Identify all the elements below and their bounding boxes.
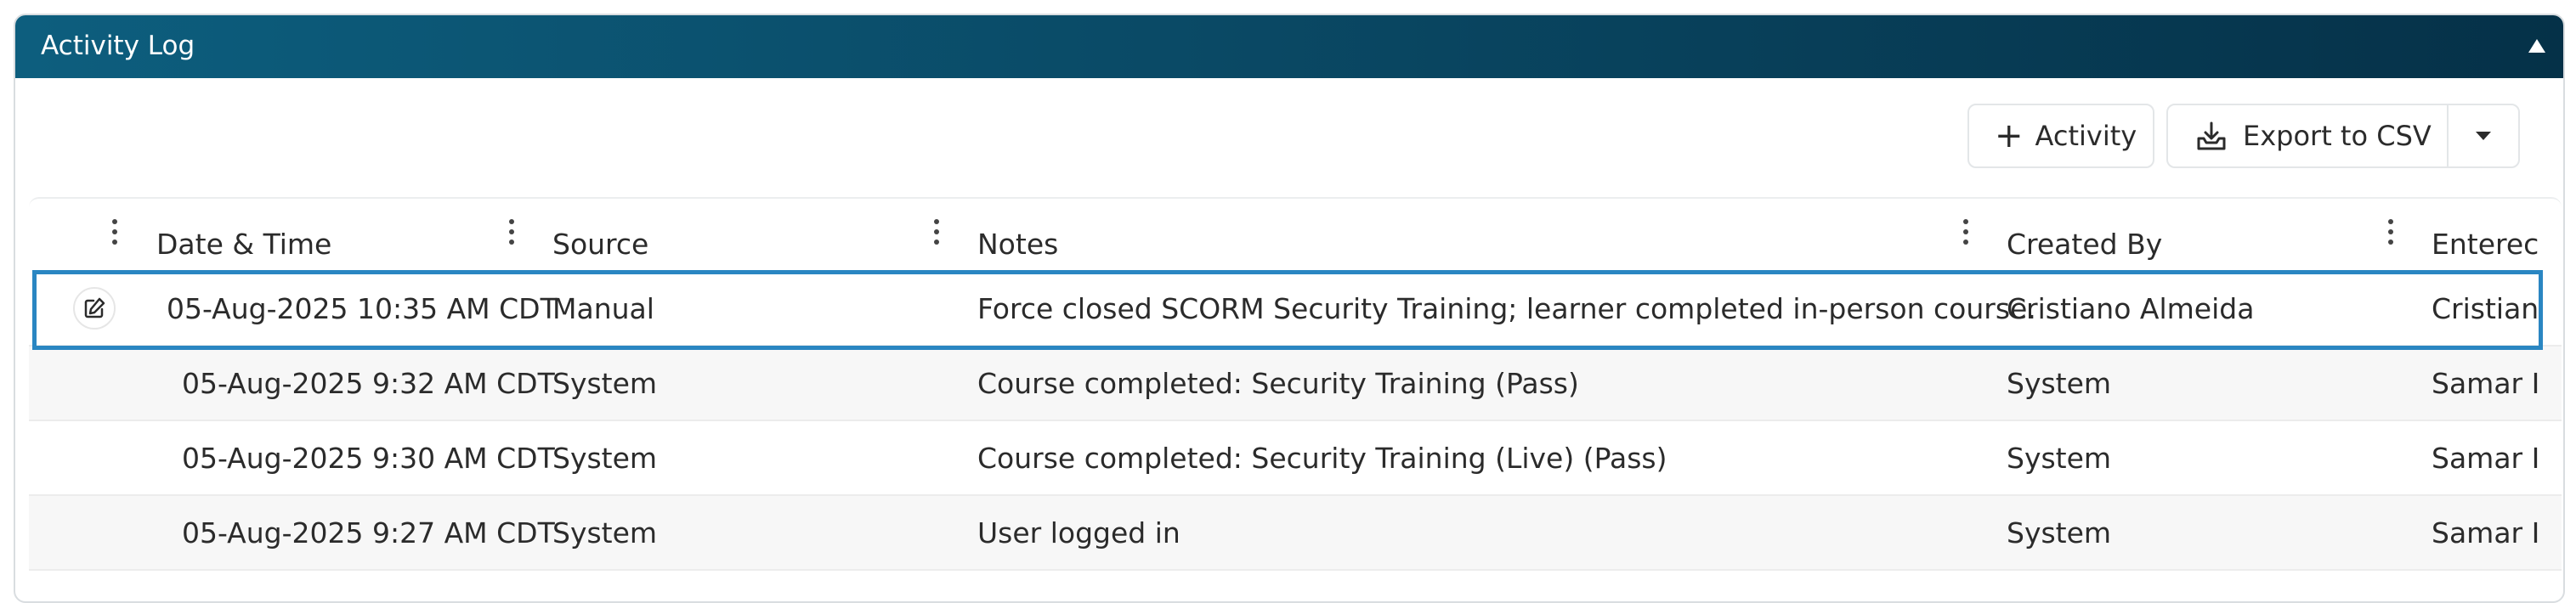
edit-icon[interactable] bbox=[73, 287, 116, 330]
cell-datetime: 05-Aug-2025 9:30 AM CDT bbox=[182, 442, 555, 475]
cell-datetime: 05-Aug-2025 9:27 AM CDT bbox=[182, 516, 555, 549]
column-header-notes[interactable]: Notes bbox=[977, 228, 1058, 262]
table-header: Date & Time Source Notes Created By Ente… bbox=[29, 197, 2562, 272]
table-row[interactable]: 05-Aug-2025 10:35 AM CDT Manual Force cl… bbox=[29, 272, 2562, 347]
cell-entered: Samar I bbox=[2432, 442, 2540, 475]
cell-datetime: 05-Aug-2025 9:32 AM CDT bbox=[182, 367, 555, 400]
cell-notes: Course completed: Security Training (Pas… bbox=[977, 367, 1579, 400]
column-menu-icon[interactable] bbox=[2386, 219, 2396, 251]
export-options-button[interactable] bbox=[2447, 104, 2520, 168]
cell-source: Manual bbox=[552, 292, 654, 325]
panel-title: Activity Log bbox=[41, 31, 195, 61]
cell-source: System bbox=[552, 367, 658, 400]
cell-source: System bbox=[552, 516, 658, 549]
triangle-up-icon[interactable] bbox=[2528, 37, 2546, 55]
add-activity-label: Activity bbox=[2035, 120, 2137, 152]
cell-source: System bbox=[552, 442, 658, 475]
column-menu-icon[interactable] bbox=[507, 219, 517, 251]
column-header-source[interactable]: Source bbox=[552, 228, 648, 262]
cell-notes: User logged in bbox=[977, 516, 1180, 549]
table-row[interactable]: 05-Aug-2025 9:30 AM CDT System Course co… bbox=[29, 421, 2562, 496]
column-menu-icon[interactable] bbox=[931, 219, 942, 251]
column-menu-icon[interactable] bbox=[110, 219, 120, 251]
cell-created-by: Cristiano Almeida bbox=[2007, 292, 2255, 325]
column-header-entered[interactable]: Enterec bbox=[2432, 228, 2539, 262]
cell-notes: Course completed: Security Training (Liv… bbox=[977, 442, 1667, 475]
cell-created-by: System bbox=[2007, 367, 2112, 400]
cell-created-by: System bbox=[2007, 442, 2112, 475]
plus-icon: + bbox=[1995, 116, 2024, 155]
export-csv-label: Export to CSV bbox=[2243, 120, 2432, 152]
column-header-created-by[interactable]: Created By bbox=[2007, 228, 2162, 262]
add-activity-button[interactable]: + Activity bbox=[1967, 104, 2154, 168]
cell-entered: Samar I bbox=[2432, 516, 2540, 549]
download-tray-icon bbox=[2197, 121, 2226, 150]
column-menu-icon[interactable] bbox=[1961, 219, 1971, 251]
panel-header[interactable]: Activity Log bbox=[15, 15, 2563, 78]
table-row[interactable]: 05-Aug-2025 9:32 AM CDT System Course co… bbox=[29, 347, 2562, 421]
cell-notes: Force closed SCORM Security Training; le… bbox=[977, 292, 2036, 325]
table-row[interactable]: 05-Aug-2025 9:27 AM CDT System User logg… bbox=[29, 496, 2562, 571]
cell-created-by: System bbox=[2007, 516, 2112, 549]
export-csv-button[interactable]: Export to CSV bbox=[2166, 104, 2449, 168]
caret-down-icon bbox=[2476, 132, 2491, 140]
cell-datetime: 05-Aug-2025 10:35 AM CDT bbox=[167, 292, 558, 325]
activity-table: Date & Time Source Notes Created By Ente… bbox=[29, 197, 2562, 589]
cell-entered: Cristian bbox=[2432, 292, 2539, 325]
column-header-datetime[interactable]: Date & Time bbox=[156, 228, 331, 262]
cell-entered: Samar I bbox=[2432, 367, 2540, 400]
